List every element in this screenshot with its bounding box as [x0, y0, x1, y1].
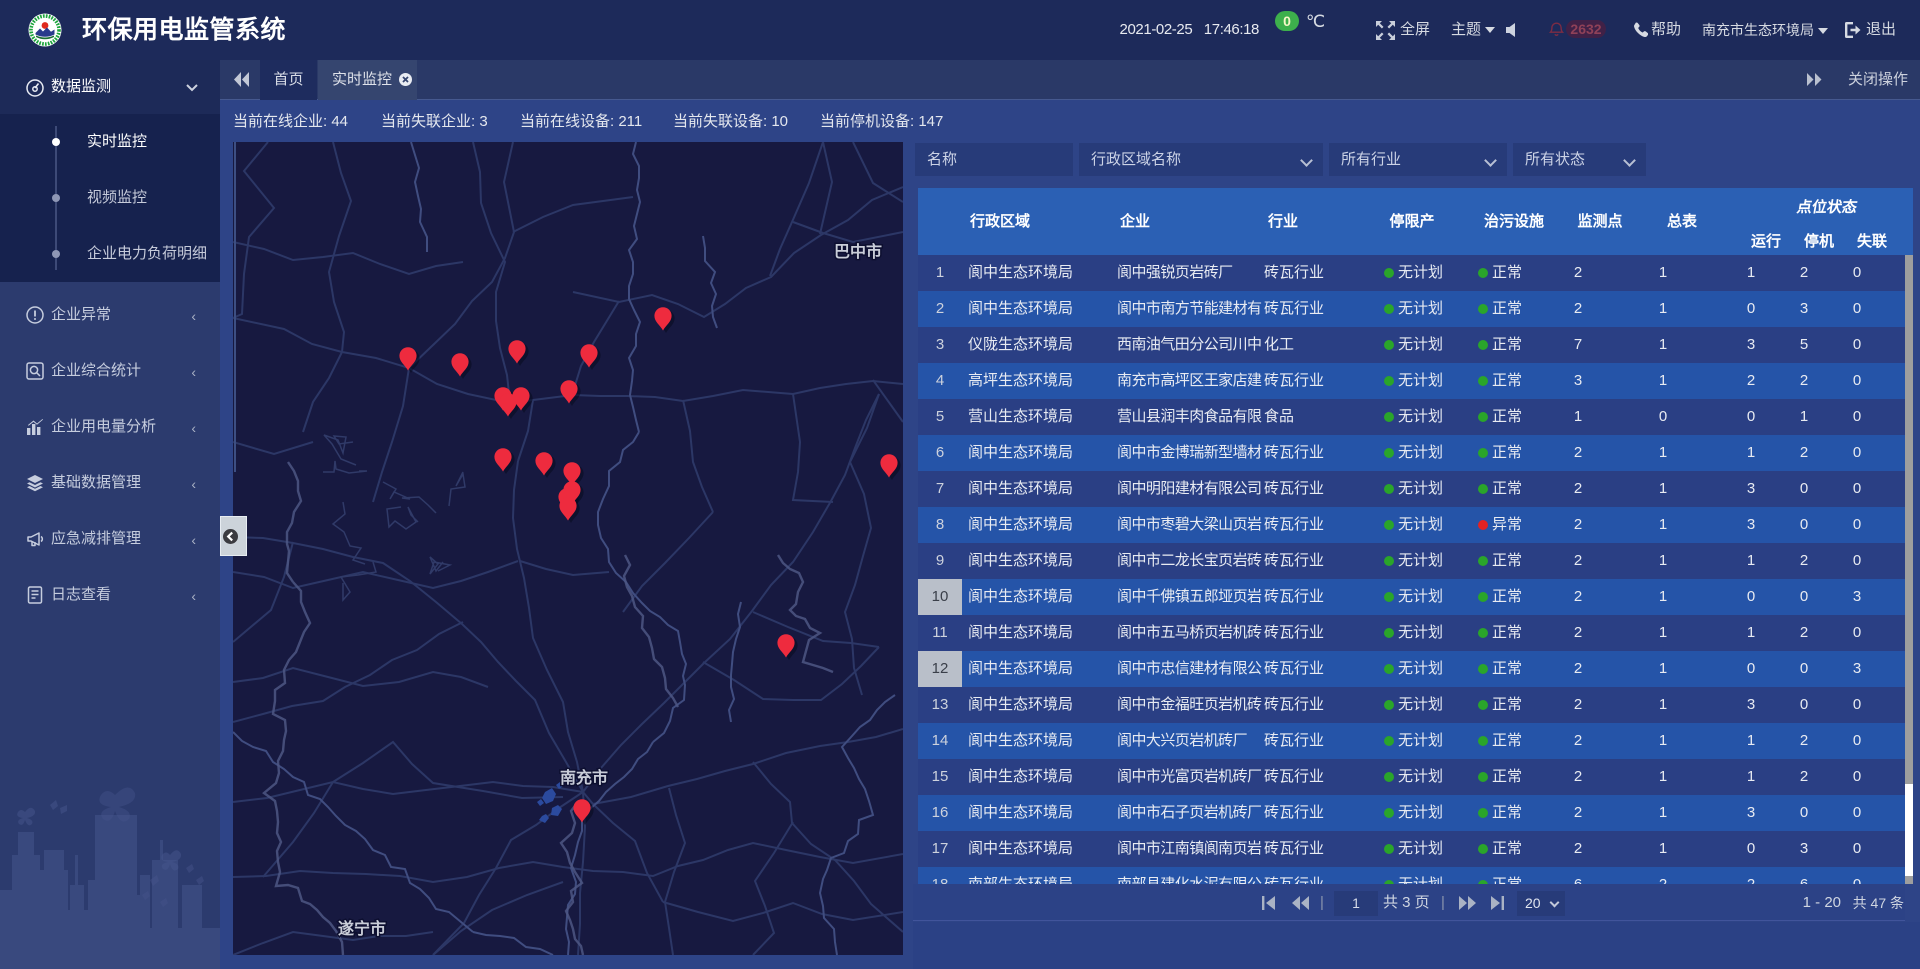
svg-text:南充市: 南充市: [560, 768, 608, 787]
svg-text:遂宁市: 遂宁市: [338, 919, 386, 938]
svg-text:巴中市: 巴中市: [834, 242, 882, 261]
